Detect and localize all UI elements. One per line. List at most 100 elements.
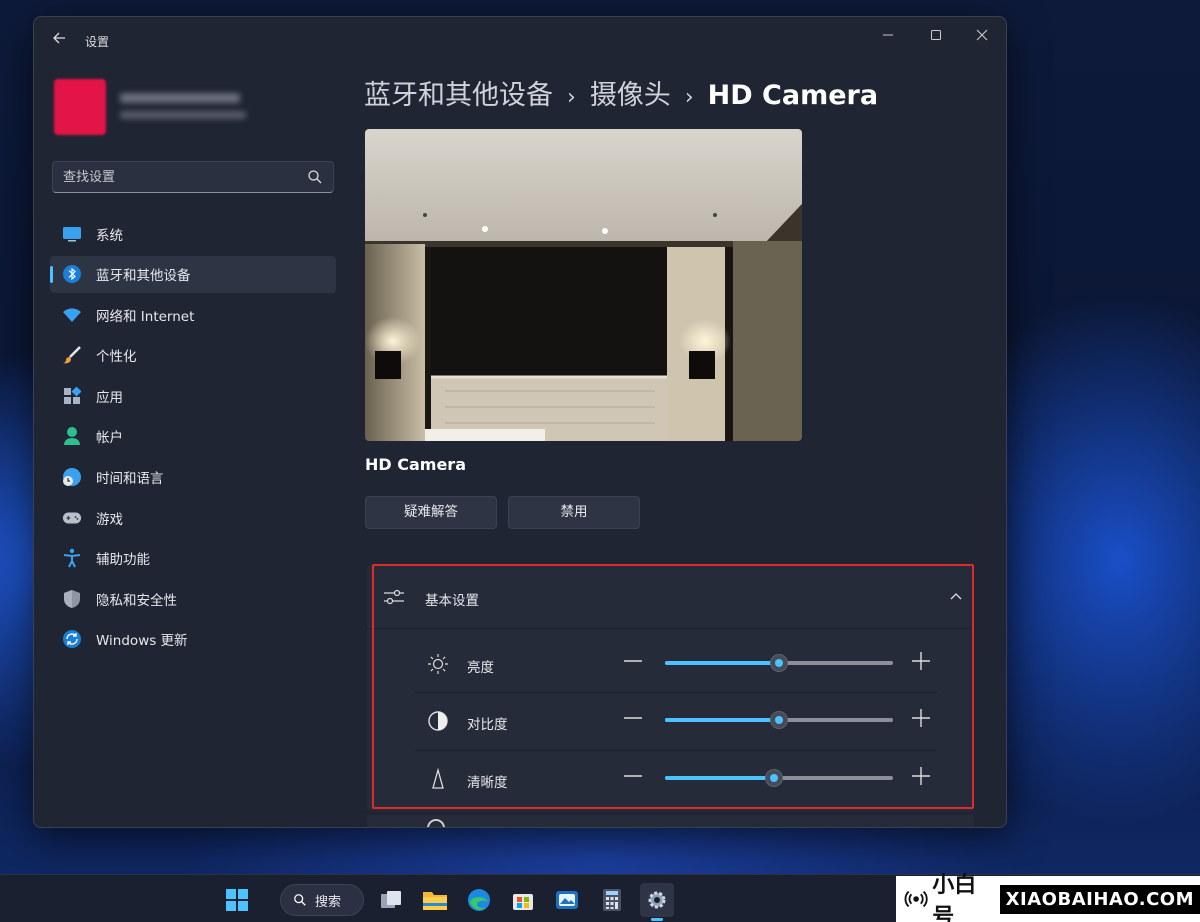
brightness-row: 亮度	[367, 635, 974, 693]
file-explorer-icon	[423, 892, 447, 910]
task-view-icon	[381, 891, 401, 908]
slider-thumb[interactable]	[770, 711, 788, 729]
partial-icon	[427, 819, 445, 827]
wifi-icon	[62, 305, 82, 325]
sidebar-item-time-language[interactable]: 时间和语言	[50, 459, 336, 496]
disable-button[interactable]: 禁用	[508, 496, 640, 529]
sun-icon	[428, 654, 448, 674]
back-button[interactable]	[48, 29, 70, 51]
maximize-icon	[931, 30, 941, 40]
search-box[interactable]	[52, 161, 334, 193]
photos-button[interactable]	[550, 883, 584, 917]
sidebar-item-label: 个性化	[96, 349, 137, 366]
calculator-button[interactable]	[595, 883, 629, 917]
contrast-slider[interactable]	[665, 711, 893, 729]
plus-icon[interactable]	[909, 706, 933, 730]
breadcrumb: 蓝牙和其他设备 › 摄像头 › HD Camera	[364, 73, 878, 112]
broadcast-icon	[904, 890, 928, 908]
gamepad-icon	[62, 508, 82, 528]
sidebar-item-label: 蓝牙和其他设备	[96, 268, 191, 285]
accessibility-icon	[62, 548, 82, 568]
sidebar-item-label: 帐户	[96, 430, 123, 447]
next-settings-row-partial	[367, 815, 974, 827]
sidebar-item-accounts[interactable]: 帐户	[50, 418, 336, 455]
minus-icon[interactable]	[621, 649, 645, 673]
sharpness-icon	[432, 768, 444, 789]
paintbrush-icon	[62, 345, 82, 365]
sharpness-slider[interactable]	[665, 769, 893, 787]
start-icon	[226, 889, 248, 911]
start-button[interactable]	[220, 883, 254, 917]
breadcrumb-separator: ›	[684, 85, 694, 110]
sidebar-item-label: Windows 更新	[96, 633, 188, 650]
breadcrumb-separator: ›	[567, 85, 576, 110]
person-icon	[62, 426, 82, 446]
sidebar-item-privacy[interactable]: 隐私和安全性	[50, 580, 336, 617]
breadcrumb-item-bluetooth[interactable]: 蓝牙和其他设备	[364, 80, 553, 111]
watermark-logo: 小白号 XIAOBAIHAO.COM	[896, 873, 1200, 922]
search-icon[interactable]	[307, 169, 323, 185]
basic-settings-header[interactable]: 基本设置	[367, 565, 974, 629]
slider-thumb[interactable]	[765, 769, 784, 787]
contrast-icon	[428, 711, 448, 731]
monitor-icon	[62, 224, 82, 244]
camera-preview-image	[365, 129, 802, 441]
troubleshoot-button[interactable]: 疑难解答	[365, 496, 497, 529]
brightness-label: 亮度	[467, 660, 494, 676]
minus-icon[interactable]	[621, 764, 645, 788]
settings-taskbar-button[interactable]	[640, 883, 674, 921]
plus-icon[interactable]	[909, 649, 933, 673]
watermark-cn: 小白号	[932, 873, 977, 922]
sidebar-item-label: 辅助功能	[96, 552, 150, 569]
edge-icon	[468, 889, 490, 911]
minimize-icon	[883, 34, 893, 36]
close-button[interactable]	[962, 23, 1002, 51]
watermark-en: XIAOBAIHAO.COM	[999, 884, 1200, 914]
sidebar-nav: 系统 蓝牙和其他设备 网络和 Internet 个性化 应用 帐户 时间和语言	[50, 215, 336, 662]
basic-settings-title: 基本设置	[425, 593, 479, 609]
camera-name: HD Camera	[365, 455, 466, 474]
sidebar-item-network[interactable]: 网络和 Internet	[50, 296, 336, 333]
edge-button[interactable]	[462, 883, 496, 917]
minus-icon[interactable]	[621, 706, 645, 730]
minimize-button[interactable]	[868, 23, 908, 51]
slider-thumb[interactable]	[770, 654, 788, 672]
search-input[interactable]	[63, 162, 293, 192]
close-icon	[976, 29, 988, 41]
search-icon	[294, 894, 306, 906]
title-bar: 设置	[34, 17, 1006, 65]
slider-fill	[665, 718, 779, 722]
sharpness-label: 清晰度	[467, 775, 508, 791]
shield-icon	[62, 589, 82, 609]
profile-email-redacted	[120, 111, 246, 119]
file-explorer-button[interactable]	[418, 883, 452, 917]
avatar[interactable]	[54, 79, 106, 135]
sidebar-item-personalization[interactable]: 个性化	[50, 337, 336, 374]
contrast-label: 对比度	[467, 717, 508, 733]
sidebar-item-windows-update[interactable]: Windows 更新	[50, 621, 336, 658]
brightness-slider[interactable]	[665, 654, 893, 672]
breadcrumb-item-cameras[interactable]: 摄像头	[590, 80, 671, 111]
basic-settings-panel: 基本设置 亮度 对比度 清晰度	[367, 565, 974, 811]
maximize-button[interactable]	[916, 23, 956, 51]
store-button[interactable]	[506, 883, 540, 917]
sidebar-item-gaming[interactable]: 游戏	[50, 499, 336, 536]
page-title: HD Camera	[707, 80, 879, 111]
chevron-up-icon[interactable]	[949, 591, 963, 601]
sharpness-row: 清晰度	[367, 750, 974, 808]
sidebar-item-label: 游戏	[96, 511, 123, 528]
sidebar-item-label: 系统	[96, 227, 123, 244]
slider-fill	[665, 661, 779, 665]
calculator-icon	[603, 889, 621, 911]
taskbar-search[interactable]: 搜索	[280, 884, 364, 916]
sidebar-item-bluetooth[interactable]: 蓝牙和其他设备	[50, 255, 336, 293]
sidebar-item-system[interactable]: 系统	[50, 215, 336, 252]
contrast-row: 对比度	[367, 692, 974, 750]
plus-icon[interactable]	[909, 764, 933, 788]
clock-globe-icon	[62, 467, 82, 487]
update-icon	[62, 629, 82, 649]
task-view-button[interactable]	[374, 883, 408, 917]
sidebar-item-accessibility[interactable]: 辅助功能	[50, 540, 336, 577]
sidebar-item-apps[interactable]: 应用	[50, 377, 336, 414]
sidebar-item-label: 网络和 Internet	[96, 308, 195, 325]
